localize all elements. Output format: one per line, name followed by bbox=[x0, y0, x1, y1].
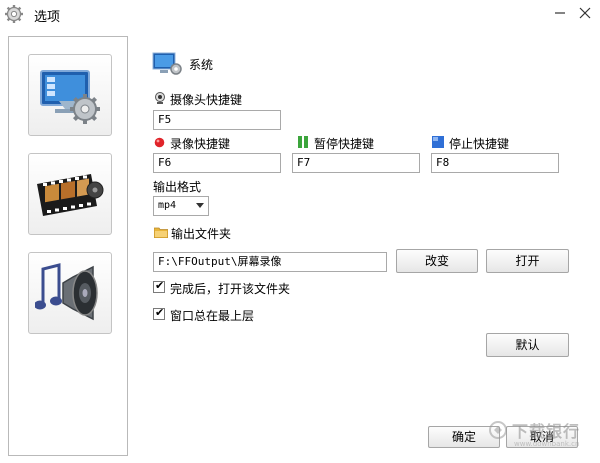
camera-hotkey-input[interactable]: F5 bbox=[153, 110, 281, 130]
window-title: 选项 bbox=[34, 10, 61, 25]
checkmark-icon: ✔ bbox=[155, 306, 165, 319]
checkmark-icon: ✔ bbox=[155, 279, 165, 292]
open-after-checkbox[interactable]: ✔ bbox=[153, 279, 165, 293]
system-monitor-gear-icon bbox=[40, 70, 100, 124]
title-bar: 选项 bbox=[0, 0, 600, 28]
stop-hotkey-label: 停止快捷键 bbox=[449, 137, 510, 151]
default-button[interactable]: 默认 bbox=[486, 333, 569, 357]
stop-icon bbox=[432, 136, 444, 148]
always-on-top-checkbox[interactable]: ✔ bbox=[153, 306, 165, 320]
pause-hotkey-input[interactable]: F7 bbox=[292, 153, 420, 173]
watermark-text: 下载银行 bbox=[512, 422, 581, 441]
format-value: mp4 bbox=[158, 200, 177, 211]
chevron-down-icon[interactable] bbox=[196, 203, 204, 209]
camera-hotkey-label: 摄像头快捷键 bbox=[170, 93, 243, 107]
system-heading: 系统 bbox=[189, 58, 214, 72]
stop-hotkey-input[interactable]: F8 bbox=[431, 153, 559, 173]
record-hotkey-input[interactable]: F6 bbox=[153, 153, 281, 173]
record-dot-icon bbox=[154, 137, 165, 148]
close-icon[interactable] bbox=[578, 6, 592, 20]
folder-label: 输出文件夹 bbox=[171, 227, 232, 241]
watermark-url: www.downbank.cn bbox=[514, 440, 580, 448]
category-audio-button[interactable] bbox=[28, 252, 112, 334]
speaker-note-icon bbox=[35, 263, 98, 321]
pause-hotkey-label: 暂停快捷键 bbox=[314, 137, 375, 151]
gear-icon bbox=[5, 5, 23, 23]
change-folder-button[interactable]: 改变 bbox=[396, 249, 478, 273]
watermark-logo-icon bbox=[489, 421, 507, 439]
minimize-icon[interactable] bbox=[553, 6, 567, 20]
open-after-label: 完成后，打开该文件夹 bbox=[170, 282, 291, 296]
record-hotkey-label: 录像快捷键 bbox=[170, 137, 231, 151]
open-folder-button[interactable]: 打开 bbox=[486, 249, 569, 273]
folder-icon bbox=[154, 227, 168, 238]
category-system-button[interactable] bbox=[28, 54, 112, 136]
folder-path-input[interactable]: F:\FFOutput\屏幕录像 bbox=[153, 252, 387, 272]
always-on-top-label: 窗口总在最上层 bbox=[170, 309, 255, 323]
format-label: 输出格式 bbox=[153, 180, 202, 194]
category-panel bbox=[8, 36, 128, 456]
film-reel-icon bbox=[37, 174, 104, 216]
category-video-button[interactable] bbox=[28, 153, 112, 235]
pause-icon bbox=[298, 136, 308, 148]
system-monitor-icon bbox=[152, 52, 182, 75]
webcam-icon bbox=[155, 92, 165, 104]
watermark: 下载银行 www.downbank.cn bbox=[488, 418, 598, 458]
